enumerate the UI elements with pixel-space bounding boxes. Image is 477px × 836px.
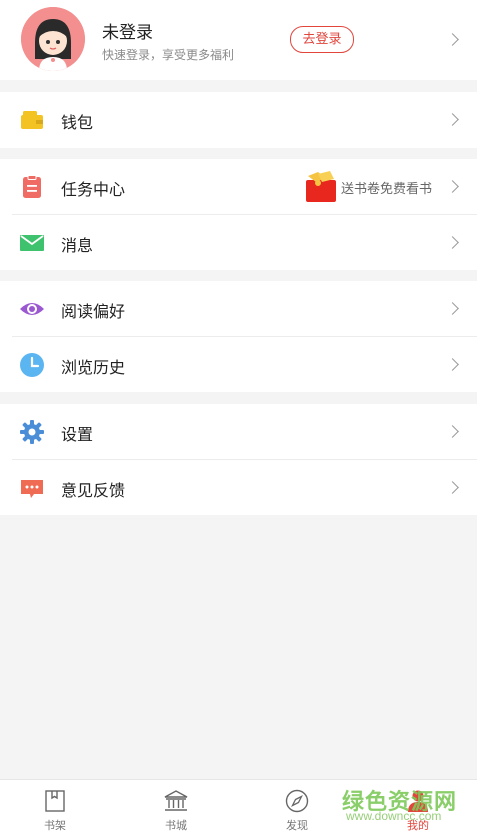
menu-item-messages[interactable]: 消息	[0, 215, 477, 271]
avatar[interactable]	[21, 7, 85, 71]
chat-bubble-icon	[21, 480, 43, 498]
tab-label-bookshelf: 书架	[44, 819, 66, 832]
girl-avatar-icon	[21, 7, 85, 71]
tab-bookshelf[interactable]: 书架	[20, 780, 90, 836]
chevron-right-icon	[446, 425, 459, 438]
chevron-right-icon	[446, 180, 459, 193]
tasks-group: 任务中心 送书卷免费看书 消息	[0, 159, 477, 270]
wallet-group: 钱包	[0, 92, 477, 148]
menu-label-messages: 消息	[61, 236, 94, 255]
tab-bookstore[interactable]: 书城	[141, 780, 211, 836]
bookshelf-icon	[45, 790, 65, 812]
compass-icon	[285, 789, 309, 813]
menu-label-reading-pref: 阅读偏好	[61, 302, 126, 321]
tab-discover[interactable]: 发现	[262, 780, 332, 836]
user-subtitle: 快速登录，享受更多福利	[102, 48, 235, 62]
chevron-right-icon	[446, 236, 459, 249]
login-button[interactable]: 去登录	[290, 26, 354, 53]
menu-label-tasks: 任务中心	[61, 180, 126, 199]
menu-label-wallet: 钱包	[61, 113, 94, 132]
eye-icon	[20, 303, 44, 315]
gear-icon	[20, 420, 44, 444]
user-name: 未登录	[102, 23, 153, 43]
tab-label-bookstore: 书城	[165, 819, 187, 832]
tab-label-discover: 发现	[286, 819, 308, 832]
menu-item-wallet[interactable]: 钱包	[0, 92, 477, 148]
bookstore-building-icon	[164, 790, 188, 811]
menu-item-settings[interactable]: 设置	[0, 404, 477, 460]
red-envelope-icon	[306, 171, 336, 202]
chevron-right-icon	[446, 358, 459, 371]
settings-group: 设置 意见反馈	[0, 404, 477, 515]
profile-header[interactable]: 未登录 快速登录，享受更多福利 去登录	[0, 0, 477, 80]
menu-item-tasks[interactable]: 任务中心 送书卷免费看书	[0, 159, 477, 215]
menu-label-feedback: 意见反馈	[61, 481, 126, 500]
chevron-right-icon	[446, 113, 459, 126]
wallet-icon	[21, 111, 43, 129]
menu-item-history[interactable]: 浏览历史	[0, 337, 477, 393]
tasks-promo-text: 送书卷免费看书	[341, 182, 433, 197]
reading-group: 阅读偏好 浏览历史	[0, 281, 477, 392]
menu-label-settings: 设置	[61, 425, 94, 444]
menu-item-feedback[interactable]: 意见反馈	[0, 460, 477, 516]
chevron-right-icon	[446, 481, 459, 494]
watermark-url: www.downcc.com	[346, 809, 442, 823]
menu-label-history: 浏览历史	[61, 358, 126, 377]
chevron-right-icon	[446, 302, 459, 315]
menu-item-reading-pref[interactable]: 阅读偏好	[0, 281, 477, 337]
chevron-right-icon	[446, 33, 459, 46]
clipboard-icon	[23, 175, 41, 198]
mail-icon	[20, 235, 44, 251]
clock-icon	[20, 353, 44, 377]
